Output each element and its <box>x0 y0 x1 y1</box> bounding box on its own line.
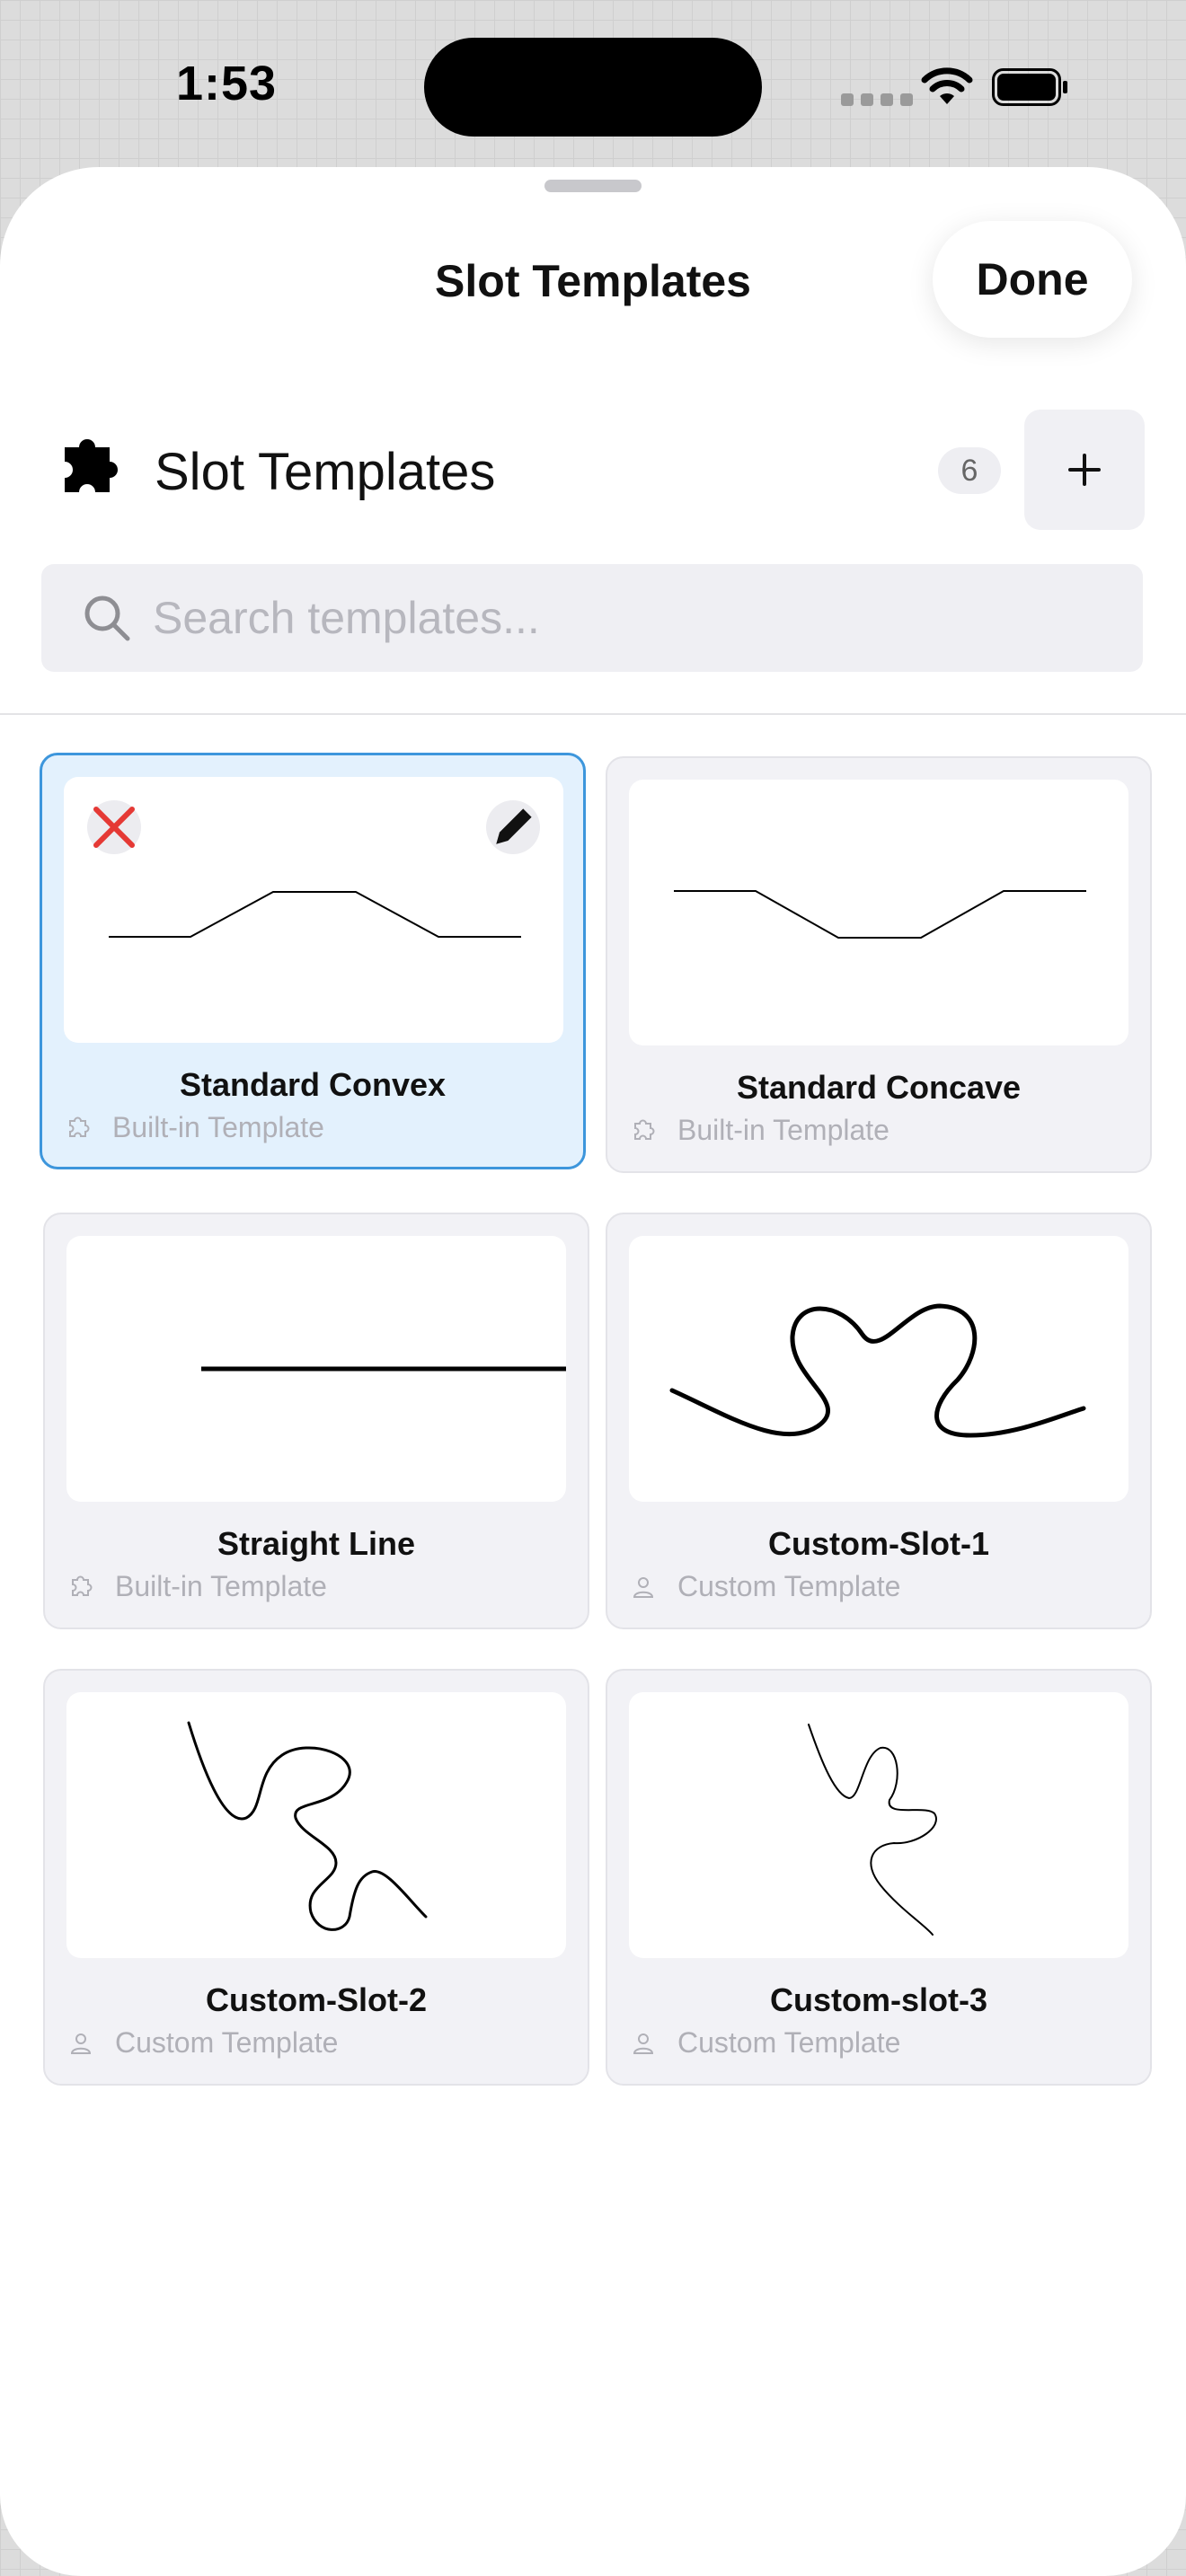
template-card-standard-concave[interactable]: Standard Concave Built-in Template <box>606 756 1152 1173</box>
wifi-icon <box>921 67 973 104</box>
template-preview <box>66 1236 566 1502</box>
dynamic-island <box>424 38 762 137</box>
template-name: Standard Concave <box>736 1069 1022 1106</box>
templates-sheet: Slot Templates Done Slot Templates 6 Sea… <box>0 167 1186 2576</box>
cellular-signal-icon <box>841 93 913 106</box>
delete-template-button[interactable] <box>87 800 141 854</box>
divider <box>0 713 1186 715</box>
section-title: Slot Templates <box>155 443 496 501</box>
template-card-custom-slot-3[interactable]: Custom-slot-3 Custom Template <box>606 1669 1152 2086</box>
puzzle-icon <box>634 1119 655 1140</box>
template-type: Custom Template <box>629 1570 900 1603</box>
person-icon <box>633 1576 654 1598</box>
add-template-button[interactable] <box>1024 410 1145 530</box>
puzzle-icon <box>72 1575 93 1596</box>
puzzle-icon <box>65 438 119 492</box>
template-name: Standard Convex <box>179 1066 447 1103</box>
slot-curve-preview <box>674 890 1086 939</box>
plus-icon <box>1068 454 1101 486</box>
slot-curve-preview <box>669 1303 1086 1438</box>
status-time: 1:53 <box>176 57 278 110</box>
puzzle-icon <box>69 1116 90 1137</box>
template-card-straight-line[interactable]: Straight Line Built-in Template <box>43 1213 589 1629</box>
template-preview <box>64 777 563 1043</box>
template-name: Straight Line <box>217 1525 415 1562</box>
template-preview <box>629 1692 1128 1958</box>
template-type-label: Built-in Template <box>115 1570 327 1602</box>
template-type-label: Custom Template <box>677 1570 901 1602</box>
slot-curve-preview <box>808 1724 937 1936</box>
template-type: Built-in Template <box>66 1570 327 1603</box>
status-bar: 1:53 <box>0 0 1186 167</box>
person-icon <box>70 2033 92 2054</box>
template-type: Custom Template <box>66 2026 338 2060</box>
template-name: Custom-slot-3 <box>770 1981 987 2018</box>
pencil-icon <box>496 808 532 844</box>
person-icon <box>633 2033 654 2054</box>
section-header: Slot Templates 6 <box>49 410 1145 530</box>
template-card-custom-slot-1[interactable]: Custom-Slot-1 Custom Template <box>606 1213 1152 1629</box>
slot-curve-preview <box>201 1366 566 1372</box>
template-name: Custom-Slot-1 <box>768 1525 989 1562</box>
template-type-label: Custom Template <box>677 2026 901 2059</box>
template-preview <box>629 780 1128 1045</box>
search-bar[interactable] <box>41 564 1143 672</box>
template-type-label: Built-in Template <box>677 1114 890 1146</box>
template-preview <box>66 1692 566 1958</box>
template-type-label: Custom Template <box>115 2026 339 2059</box>
template-card-custom-slot-2[interactable]: Custom-Slot-2 Custom Template <box>43 1669 589 2086</box>
search-input[interactable] <box>151 591 1053 645</box>
template-count-badge: 6 <box>938 447 1001 494</box>
sheet-grabber[interactable] <box>544 180 642 192</box>
template-type-label: Built-in Template <box>112 1111 324 1143</box>
edit-template-button[interactable] <box>486 800 540 854</box>
close-icon <box>93 807 135 848</box>
template-preview <box>629 1236 1128 1502</box>
template-type: Custom Template <box>629 2026 900 2060</box>
template-name: Custom-Slot-2 <box>206 1981 427 2018</box>
template-card-standard-convex[interactable]: Standard Convex Built-in Template <box>40 753 586 1169</box>
battery-icon <box>992 68 1067 106</box>
search-icon <box>84 595 130 641</box>
template-type: Built-in Template <box>629 1114 890 1147</box>
done-button[interactable]: Done <box>933 221 1132 338</box>
slot-curve-preview <box>187 1721 428 1931</box>
template-type: Built-in Template <box>64 1111 324 1144</box>
